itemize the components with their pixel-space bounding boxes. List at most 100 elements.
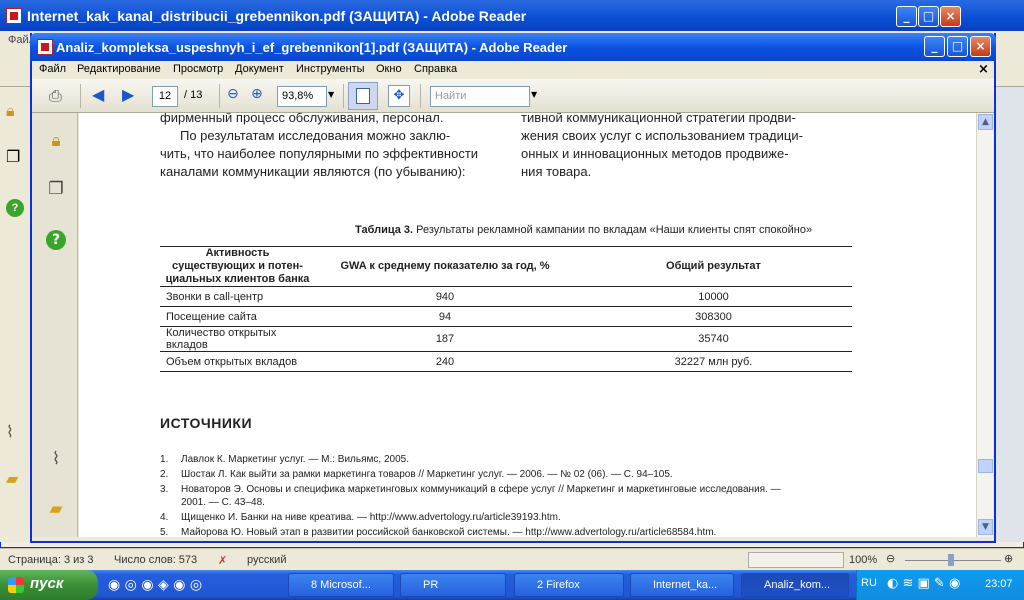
table-cell: 32227 млн руб.	[575, 351, 852, 372]
menu-help[interactable]: Справка	[414, 63, 457, 75]
toolbar-separator	[80, 84, 81, 108]
previous-page-icon[interactable]: ◀	[92, 85, 104, 104]
reference-text: Новаторов Э. Основы и специфика маркетин…	[181, 484, 781, 495]
sources-heading: ИСТОЧНИКИ	[160, 415, 253, 431]
pages-icon[interactable]: ❐	[6, 147, 20, 166]
reference-number: 5.	[160, 527, 169, 537]
comments-icon[interactable]: ▰	[6, 469, 18, 488]
zoom-dropdown-icon[interactable]: ▼	[328, 90, 334, 99]
taskbar-item-reader-analiz[interactable]: Analiz_kom...	[741, 573, 849, 597]
table-cell: Количество открытых вкладов	[160, 326, 315, 352]
paragraph-line: каналами коммуникации являются (по убыва…	[160, 164, 466, 179]
view-mode-buttons[interactable]	[748, 552, 844, 568]
menu-view[interactable]: Просмотр	[173, 63, 223, 75]
quick-launch-icons[interactable]: ◉ ◎ ◉ ◈ ◉ ◎	[108, 577, 202, 593]
fit-page-icon[interactable]: ✥	[388, 85, 410, 107]
table-header: Общий результат	[575, 246, 852, 287]
document-page[interactable]: фирменный процесс обслуживания, персонал…	[79, 113, 976, 537]
reference-item: 3. Новаторов Э. Основы и специфика маркет…	[160, 483, 860, 496]
menu-document[interactable]: Документ	[235, 63, 284, 75]
reference-text: Щищенко И. Банки на ниве креатива. — htt…	[181, 512, 561, 523]
reference-text: Лавлок К. Маркетинг услуг. — М.: Вильямс…	[181, 454, 409, 465]
print-icon[interactable]: ⎙	[49, 86, 62, 106]
vertical-scrollbar[interactable]: ▲ ▼	[976, 113, 993, 537]
table-row: Звонки в call-центр 940 10000	[160, 286, 852, 307]
taskbar-item-word[interactable]: 8 Microsof...	[288, 573, 394, 597]
zoom-in-icon[interactable]: ⊕	[1004, 552, 1013, 565]
menu-file[interactable]: Файл	[39, 63, 66, 75]
navigation-panel: 🔒︎ ❐ ? ⌇ ▰	[32, 113, 78, 537]
table-cell: Звонки в call-центр	[160, 286, 315, 307]
paragraph-line: По результатам исследования можно заклю-	[180, 128, 451, 143]
table-row: Объем открытых вкладов 240 32227 млн руб…	[160, 351, 852, 372]
paragraph-line: ния товара.	[521, 164, 592, 179]
page-number-input[interactable]: 12	[152, 86, 178, 107]
table-cell: 240	[315, 351, 575, 372]
minimize-button[interactable]: _	[896, 6, 917, 27]
taskbar-item-reader-internet[interactable]: Internet_ka...	[630, 573, 734, 597]
taskbar-item-folder[interactable]: PR	[400, 573, 506, 597]
scroll-down-icon[interactable]: ▼	[978, 519, 993, 535]
close-button[interactable]: ×	[970, 36, 991, 57]
scroll-up-icon[interactable]: ▲	[978, 114, 993, 130]
zoom-out-icon[interactable]: ⊖	[227, 86, 239, 102]
toolbar-separator	[219, 84, 220, 108]
start-button[interactable]: пуск	[0, 570, 98, 600]
menu-tools[interactable]: Инструменты	[296, 63, 365, 75]
background-scroll-strip	[996, 87, 1024, 542]
reference-text: Шостак Л. Как выйти за рамки маркетинга …	[181, 469, 673, 480]
table-header: Активность существующих и потен- циальны…	[160, 246, 315, 287]
table-cell: 35740	[575, 326, 852, 352]
minimize-button[interactable]: _	[924, 36, 945, 57]
menu-window[interactable]: Окно	[376, 63, 402, 75]
fit-width-icon	[356, 88, 370, 104]
paragraph-line: фирменный процесс обслуживания, персонал…	[160, 113, 444, 125]
page-total: / 13	[184, 89, 203, 101]
help-icon[interactable]: ?	[46, 230, 66, 250]
reference-number: 1.	[160, 454, 169, 465]
word-count: Число слов: 573	[114, 554, 198, 566]
table-caption-text: Результаты рекламной кампании по вкладам…	[413, 224, 813, 236]
table-cell: Объем открытых вкладов	[160, 351, 315, 372]
spellcheck-icon[interactable]: ✗	[218, 554, 227, 567]
taskbar-item-firefox[interactable]: 2 Firefox	[514, 573, 624, 597]
tray-icons[interactable]: ◐ ≋ ▣ ✎ ◉	[887, 576, 960, 591]
zoom-level: 100%	[849, 554, 878, 566]
paragraph-line: тивной коммуникационной стратегии продви…	[521, 113, 796, 125]
toolbar-separator	[343, 84, 344, 108]
maximize-button[interactable]: □	[947, 36, 968, 57]
reference-item: 2. Шостак Л. Как выйти за рамки маркетинг…	[160, 468, 860, 481]
document-close-button[interactable]: ×	[978, 62, 989, 77]
reference-number: 4.	[160, 512, 169, 523]
close-button[interactable]: ×	[940, 6, 961, 27]
input-language[interactable]: RU	[861, 577, 877, 589]
fit-width-button[interactable]	[348, 82, 378, 110]
zoom-in-icon[interactable]: ⊕	[251, 86, 263, 102]
lock-icon[interactable]: 🔒︎	[6, 101, 15, 121]
reference-text: Майорова Ю. Новый этап в развитии россий…	[181, 527, 717, 537]
table-cell: Посещение сайта	[160, 306, 315, 327]
zoom-slider-thumb[interactable]	[948, 554, 954, 566]
table-header-row: Активность существующих и потен- циальны…	[160, 246, 852, 287]
lock-icon[interactable]: 🔒︎	[46, 131, 66, 151]
attachment-icon[interactable]: ⌇	[46, 449, 66, 469]
pages-icon[interactable]: ❐	[46, 179, 66, 199]
table-row: Количество открытых вкладов 187 35740	[160, 326, 852, 352]
comments-icon[interactable]: ▰	[46, 499, 66, 519]
menu-edit[interactable]: Редактирование	[77, 63, 161, 75]
search-dropdown-icon[interactable]: ▼	[531, 90, 537, 99]
next-page-icon[interactable]: ▶	[122, 85, 134, 104]
reference-number: 2.	[160, 469, 169, 480]
help-icon[interactable]: ?	[6, 199, 24, 217]
attachment-icon[interactable]: ⌇	[6, 422, 14, 441]
maximize-button[interactable]: □	[918, 6, 939, 27]
page-status: Страница: 3 из 3	[8, 554, 94, 566]
zoom-out-icon[interactable]: ⊖	[886, 552, 895, 565]
table-caption: Таблица 3. Результаты рекламной кампании…	[355, 224, 812, 236]
results-table: Активность существующих и потен- циальны…	[160, 246, 852, 372]
reference-item: 2001. — С. 43–48.	[160, 496, 860, 509]
zoom-input[interactable]: 93,8%	[277, 86, 327, 107]
menubar: Файл Редактирование Просмотр Документ Ин…	[32, 61, 994, 79]
scroll-thumb[interactable]	[978, 459, 993, 473]
search-input[interactable]: Найти	[430, 86, 530, 107]
